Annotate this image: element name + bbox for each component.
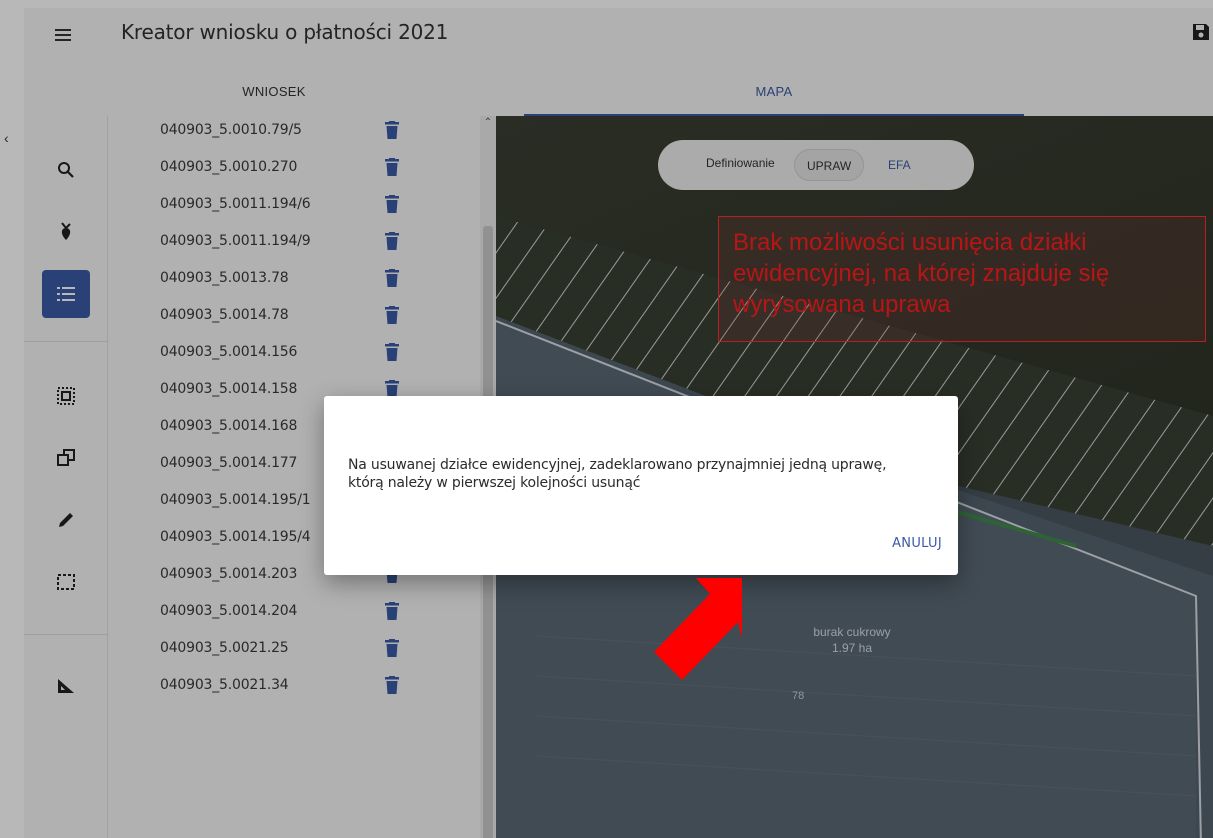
warning-dialog: Na usuwanej działce ewidencyjnej, zadekl… [324,396,958,575]
dialog-message: Na usuwanej działce ewidencyjnej, zadekl… [348,457,887,491]
cancel-button[interactable]: ANULUJ [892,536,942,551]
annotation-arrow-icon [654,578,742,680]
